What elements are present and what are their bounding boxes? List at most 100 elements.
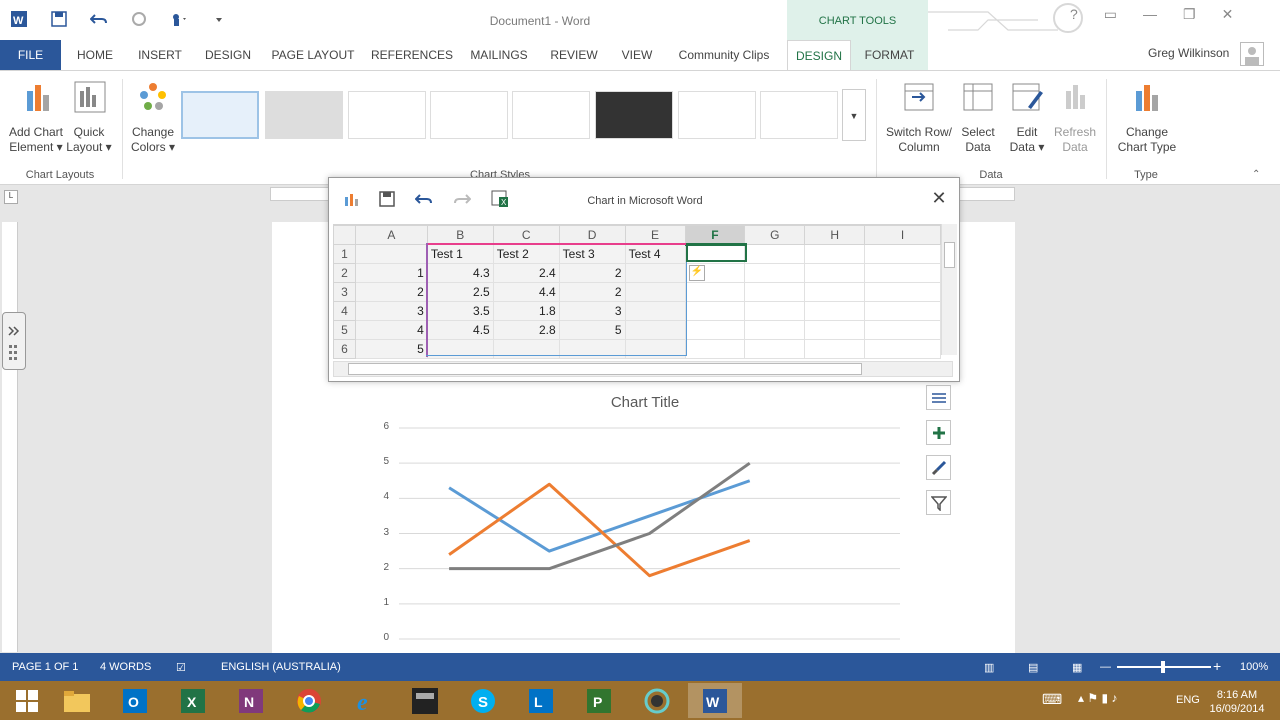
- cell-d1[interactable]: Test 3: [558, 244, 626, 264]
- column-header-b[interactable]: B: [426, 225, 494, 245]
- cell-g3[interactable]: [744, 282, 806, 302]
- cell-c1[interactable]: Test 2: [492, 244, 560, 264]
- cell-f4[interactable]: [684, 301, 746, 321]
- row-header[interactable]: 1: [333, 244, 356, 264]
- chart-style-4[interactable]: [430, 91, 508, 139]
- edit-data-button[interactable]: Edit Data ▾: [1004, 79, 1050, 155]
- spreadsheet-grid[interactable]: ABCDEFGHI 1 Test 1 Test 2 Test 3 Test 4 2 1 4.3…: [333, 224, 941, 359]
- tab-selector-icon[interactable]: L: [4, 190, 18, 204]
- series-line-test-1[interactable]: [448, 479, 751, 553]
- cell-a5[interactable]: 4: [354, 320, 428, 340]
- column-header-h[interactable]: H: [804, 225, 866, 245]
- taskbar-skype[interactable]: S: [456, 683, 510, 718]
- column-header-g[interactable]: G: [744, 225, 806, 245]
- scroll-thumb[interactable]: [348, 363, 862, 375]
- system-clock[interactable]: 8:16 AM 16/09/2014: [1205, 688, 1269, 716]
- chart-styles-more-button[interactable]: ▼: [842, 89, 866, 141]
- cell-h1[interactable]: [804, 244, 866, 264]
- cell-e1[interactable]: Test 4: [624, 244, 686, 264]
- keyboard-icon[interactable]: ⌨: [1042, 691, 1062, 708]
- taskbar-app-dark[interactable]: [398, 683, 452, 718]
- cell-a6[interactable]: 5: [354, 339, 428, 359]
- chart-style-6[interactable]: [595, 91, 673, 139]
- user-name[interactable]: Greg Wilkinson: [1148, 46, 1229, 60]
- redo-icon[interactable]: [128, 8, 150, 30]
- column-header-c[interactable]: C: [492, 225, 560, 245]
- horizontal-scrollbar[interactable]: [333, 361, 953, 377]
- word-app-icon[interactable]: W: [8, 8, 30, 30]
- row-header[interactable]: 2: [333, 263, 356, 283]
- chart-style-2[interactable]: [265, 91, 343, 139]
- collapse-ribbon-icon[interactable]: ⌃: [1252, 169, 1260, 180]
- taskbar-word[interactable]: W: [688, 683, 742, 718]
- save-icon[interactable]: [48, 8, 70, 30]
- cell-g5[interactable]: [744, 320, 806, 340]
- taskbar-recorder[interactable]: [630, 683, 684, 718]
- row-header[interactable]: 3: [333, 282, 356, 302]
- cell-i4[interactable]: [864, 301, 941, 321]
- avatar[interactable]: [1240, 42, 1264, 66]
- cell-b1[interactable]: Test 1: [426, 244, 494, 264]
- cell-g4[interactable]: [744, 301, 806, 321]
- page-count[interactable]: PAGE 1 OF 1: [12, 661, 78, 673]
- chart-filters-button[interactable]: [926, 490, 951, 515]
- word-count[interactable]: 4 WORDS: [100, 661, 151, 673]
- cell-g2[interactable]: [744, 263, 806, 283]
- add-chart-element-button[interactable]: Add Chart Element ▾: [6, 79, 66, 155]
- column-header-e[interactable]: E: [624, 225, 686, 245]
- cell-h2[interactable]: [804, 263, 866, 283]
- cell-g1[interactable]: [744, 244, 806, 264]
- cell-a4[interactable]: 3: [354, 301, 428, 321]
- cell-h6[interactable]: [804, 339, 866, 359]
- cell-f6[interactable]: [684, 339, 746, 359]
- column-header-a[interactable]: A: [354, 225, 428, 245]
- vertical-scrollbar[interactable]: [941, 224, 957, 355]
- cell-f5[interactable]: [684, 320, 746, 340]
- quick-layout-button[interactable]: Quick Layout ▾: [66, 79, 112, 155]
- proofing-icon[interactable]: ☑: [176, 661, 186, 674]
- cell-i3[interactable]: [864, 282, 941, 302]
- taskbar-chrome[interactable]: [282, 683, 336, 718]
- tab-page-layout[interactable]: PAGE LAYOUT: [268, 40, 358, 70]
- chart-style-5[interactable]: [512, 91, 590, 139]
- zoom-level[interactable]: 100%: [1240, 661, 1268, 673]
- row-header[interactable]: 5: [333, 320, 356, 340]
- zoom-slider-thumb[interactable]: [1161, 661, 1165, 673]
- zoom-out-icon[interactable]: —: [1100, 661, 1111, 673]
- change-colors-button[interactable]: Change Colors ▾: [128, 79, 178, 155]
- layout-options-button[interactable]: [926, 385, 951, 410]
- zoom-in-icon[interactable]: +: [1213, 658, 1221, 674]
- chart-style-7[interactable]: [678, 91, 756, 139]
- minimize-icon[interactable]: —: [1143, 6, 1157, 23]
- tab-community-clips[interactable]: Community Clips: [672, 40, 776, 70]
- taskbar-onenote[interactable]: N: [224, 683, 278, 718]
- cell-h3[interactable]: [804, 282, 866, 302]
- help-icon[interactable]: ?: [1070, 6, 1078, 23]
- quick-analysis-icon[interactable]: ⚡: [689, 265, 705, 281]
- chart-styles-button[interactable]: [926, 455, 951, 480]
- taskbar-outlook[interactable]: O: [108, 683, 162, 718]
- cell-i1[interactable]: [864, 244, 941, 264]
- change-chart-type-button[interactable]: Change Chart Type: [1112, 79, 1182, 155]
- cell-f3[interactable]: [684, 282, 746, 302]
- cell-i5[interactable]: [864, 320, 941, 340]
- taskbar-project[interactable]: P: [572, 683, 626, 718]
- column-header-i[interactable]: I: [864, 225, 941, 245]
- cell-a1[interactable]: [354, 244, 428, 264]
- tab-references[interactable]: REFERENCES: [370, 40, 454, 70]
- scroll-thumb[interactable]: [944, 242, 955, 268]
- cell-i6[interactable]: [864, 339, 941, 359]
- read-mode-icon[interactable]: ▥: [984, 661, 994, 674]
- tab-review[interactable]: REVIEW: [545, 40, 603, 70]
- tab-chart-format[interactable]: FORMAT: [851, 40, 928, 70]
- undo-icon[interactable]: [88, 8, 110, 30]
- cell-i2[interactable]: [864, 263, 941, 283]
- taskbar-internet-explorer[interactable]: e: [340, 683, 394, 718]
- switch-row-column-button[interactable]: Switch Row/ Column: [884, 79, 954, 155]
- chart-elements-button[interactable]: [926, 420, 951, 445]
- taskbar-excel[interactable]: X: [166, 683, 220, 718]
- select-data-button[interactable]: Select Data: [956, 79, 1000, 155]
- tab-chart-design[interactable]: DESIGN: [787, 40, 851, 71]
- cell-g6[interactable]: [744, 339, 806, 359]
- close-window-icon[interactable]: ✕: [1222, 6, 1234, 23]
